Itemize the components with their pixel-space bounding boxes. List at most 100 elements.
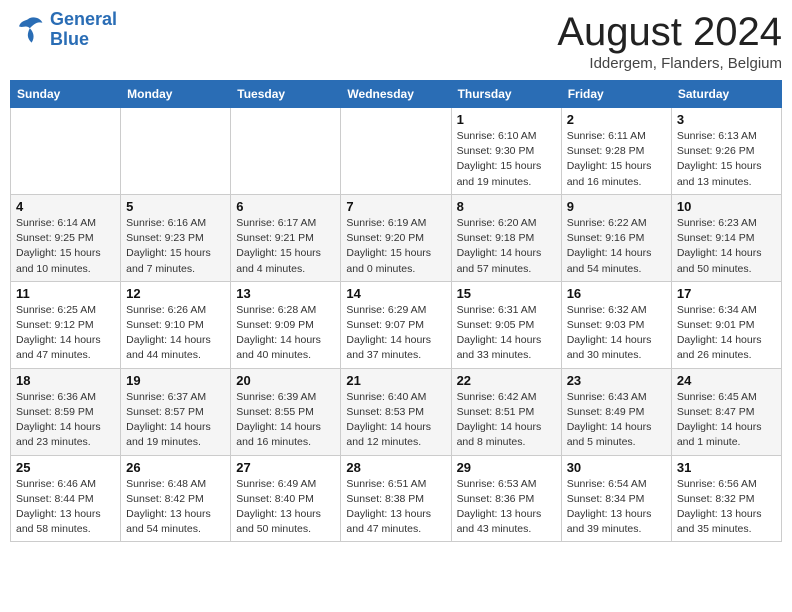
calendar-cell: 27Sunrise: 6:49 AM Sunset: 8:40 PM Dayli…	[231, 455, 341, 542]
day-info: Sunrise: 6:10 AM Sunset: 9:30 PM Dayligh…	[457, 129, 556, 190]
day-number: 8	[457, 199, 556, 214]
week-row-4: 18Sunrise: 6:36 AM Sunset: 8:59 PM Dayli…	[11, 368, 782, 455]
calendar-cell: 29 Sunrise: 6:53 AM Sunset: 8:36 PM Dayli…	[451, 455, 561, 542]
week-row-5: 25Sunrise: 6:46 AM Sunset: 8:44 PM Dayli…	[11, 455, 782, 542]
logo-text: General Blue	[50, 10, 117, 50]
day-info: Sunrise: 6:37 AM Sunset: 8:57 PM Dayligh…	[126, 390, 225, 451]
calendar-body: 1Sunrise: 6:10 AM Sunset: 9:30 PM Daylig…	[11, 108, 782, 542]
calendar-cell: 13 Sunrise: 6:28 AM Sunset: 9:09 PM Dayli…	[231, 281, 341, 368]
day-number: 25	[16, 460, 115, 475]
calendar-cell: 2 Sunrise: 6:11 AM Sunset: 9:28 PM Daylig…	[561, 108, 671, 195]
day-info: Sunrise: 6:40 AM Sunset: 8:53 PM Dayligh…	[346, 390, 445, 451]
calendar-cell: 25Sunrise: 6:46 AM Sunset: 8:44 PM Dayli…	[11, 455, 121, 542]
day-number: 2	[567, 112, 666, 127]
calendar-cell	[11, 108, 121, 195]
day-number: 28	[346, 460, 445, 475]
day-info: Sunrise: 6:54 AM Sunset: 8:34 PM Dayligh…	[567, 477, 666, 538]
day-number: 24	[677, 373, 776, 388]
calendar-cell: 14Sunrise: 6:29 AM Sunset: 9:07 PM Dayli…	[341, 281, 451, 368]
day-number: 10	[677, 199, 776, 214]
day-info: Sunrise: 6:20 AM Sunset: 9:18 PM Dayligh…	[457, 216, 556, 277]
calendar-cell: 19 Sunrise: 6:37 AM Sunset: 8:57 PM Dayli…	[121, 368, 231, 455]
day-info: Sunrise: 6:11 AM Sunset: 9:28 PM Dayligh…	[567, 129, 666, 190]
day-number: 14	[346, 286, 445, 301]
day-number: 15	[457, 286, 556, 301]
day-info: Sunrise: 6:26 AM Sunset: 9:10 PM Dayligh…	[126, 303, 225, 364]
location: Iddergem, Flanders, Belgium	[557, 55, 782, 72]
day-number: 17	[677, 286, 776, 301]
calendar-cell: 8 Sunrise: 6:20 AM Sunset: 9:18 PM Daylig…	[451, 194, 561, 281]
day-header-friday: Friday	[561, 81, 671, 108]
calendar-cell: 28 Sunrise: 6:51 AM Sunset: 8:38 PM Dayli…	[341, 455, 451, 542]
day-header-saturday: Saturday	[671, 81, 781, 108]
page-header: General Blue August 2024 Iddergem, Fland…	[10, 10, 782, 72]
calendar-cell: 9 Sunrise: 6:22 AM Sunset: 9:16 PM Daylig…	[561, 194, 671, 281]
day-number: 3	[677, 112, 776, 127]
day-header-tuesday: Tuesday	[231, 81, 341, 108]
calendar-cell: 26Sunrise: 6:48 AM Sunset: 8:42 PM Dayli…	[121, 455, 231, 542]
day-info: Sunrise: 6:43 AM Sunset: 8:49 PM Dayligh…	[567, 390, 666, 451]
calendar-cell: 20 Sunrise: 6:39 AM Sunset: 8:55 PM Dayli…	[231, 368, 341, 455]
calendar-cell	[341, 108, 451, 195]
day-number: 29	[457, 460, 556, 475]
calendar-cell: 23 Sunrise: 6:43 AM Sunset: 8:49 PM Dayli…	[561, 368, 671, 455]
day-info: Sunrise: 6:31 AM Sunset: 9:05 PM Dayligh…	[457, 303, 556, 364]
day-info: Sunrise: 6:49 AM Sunset: 8:40 PM Dayligh…	[236, 477, 335, 538]
calendar-cell: 11Sunrise: 6:25 AM Sunset: 9:12 PM Dayli…	[11, 281, 121, 368]
day-info: Sunrise: 6:28 AM Sunset: 9:09 PM Dayligh…	[236, 303, 335, 364]
day-number: 5	[126, 199, 225, 214]
calendar-cell: 10Sunrise: 6:23 AM Sunset: 9:14 PM Dayli…	[671, 194, 781, 281]
day-info: Sunrise: 6:42 AM Sunset: 8:51 PM Dayligh…	[457, 390, 556, 451]
day-header-wednesday: Wednesday	[341, 81, 451, 108]
calendar-cell: 30 Sunrise: 6:54 AM Sunset: 8:34 PM Dayli…	[561, 455, 671, 542]
day-number: 18	[16, 373, 115, 388]
day-info: Sunrise: 6:39 AM Sunset: 8:55 PM Dayligh…	[236, 390, 335, 451]
calendar-cell: 31Sunrise: 6:56 AM Sunset: 8:32 PM Dayli…	[671, 455, 781, 542]
calendar-cell: 15 Sunrise: 6:31 AM Sunset: 9:05 PM Dayli…	[451, 281, 561, 368]
day-info: Sunrise: 6:16 AM Sunset: 9:23 PM Dayligh…	[126, 216, 225, 277]
week-row-1: 1Sunrise: 6:10 AM Sunset: 9:30 PM Daylig…	[11, 108, 782, 195]
day-number: 20	[236, 373, 335, 388]
day-info: Sunrise: 6:25 AM Sunset: 9:12 PM Dayligh…	[16, 303, 115, 364]
day-info: Sunrise: 6:19 AM Sunset: 9:20 PM Dayligh…	[346, 216, 445, 277]
day-info: Sunrise: 6:13 AM Sunset: 9:26 PM Dayligh…	[677, 129, 776, 190]
day-number: 13	[236, 286, 335, 301]
day-info: Sunrise: 6:53 AM Sunset: 8:36 PM Dayligh…	[457, 477, 556, 538]
day-number: 31	[677, 460, 776, 475]
calendar-cell: 4 Sunrise: 6:14 AM Sunset: 9:25 PM Daylig…	[11, 194, 121, 281]
logo-icon	[10, 12, 46, 48]
calendar-table: SundayMondayTuesdayWednesdayThursdayFrid…	[10, 80, 782, 542]
calendar-cell	[231, 108, 341, 195]
day-number: 9	[567, 199, 666, 214]
day-number: 23	[567, 373, 666, 388]
day-info: Sunrise: 6:14 AM Sunset: 9:25 PM Dayligh…	[16, 216, 115, 277]
day-header-thursday: Thursday	[451, 81, 561, 108]
day-info: Sunrise: 6:17 AM Sunset: 9:21 PM Dayligh…	[236, 216, 335, 277]
title-block: August 2024 Iddergem, Flanders, Belgium	[557, 10, 782, 72]
day-number: 7	[346, 199, 445, 214]
day-number: 19	[126, 373, 225, 388]
day-info: Sunrise: 6:34 AM Sunset: 9:01 PM Dayligh…	[677, 303, 776, 364]
day-info: Sunrise: 6:51 AM Sunset: 8:38 PM Dayligh…	[346, 477, 445, 538]
calendar-cell: 22Sunrise: 6:42 AM Sunset: 8:51 PM Dayli…	[451, 368, 561, 455]
calendar-cell: 16 Sunrise: 6:32 AM Sunset: 9:03 PM Dayli…	[561, 281, 671, 368]
month-title: August 2024	[557, 10, 782, 55]
calendar-cell: 5 Sunrise: 6:16 AM Sunset: 9:23 PM Daylig…	[121, 194, 231, 281]
week-row-3: 11Sunrise: 6:25 AM Sunset: 9:12 PM Dayli…	[11, 281, 782, 368]
day-info: Sunrise: 6:22 AM Sunset: 9:16 PM Dayligh…	[567, 216, 666, 277]
calendar-cell: 18Sunrise: 6:36 AM Sunset: 8:59 PM Dayli…	[11, 368, 121, 455]
day-number: 6	[236, 199, 335, 214]
calendar-header: SundayMondayTuesdayWednesdayThursdayFrid…	[11, 81, 782, 108]
day-number: 12	[126, 286, 225, 301]
calendar-cell: 12 Sunrise: 6:26 AM Sunset: 9:10 PM Dayli…	[121, 281, 231, 368]
day-number: 21	[346, 373, 445, 388]
day-number: 16	[567, 286, 666, 301]
day-number: 30	[567, 460, 666, 475]
days-of-week-row: SundayMondayTuesdayWednesdayThursdayFrid…	[11, 81, 782, 108]
calendar-cell: 6 Sunrise: 6:17 AM Sunset: 9:21 PM Daylig…	[231, 194, 341, 281]
day-info: Sunrise: 6:32 AM Sunset: 9:03 PM Dayligh…	[567, 303, 666, 364]
day-info: Sunrise: 6:45 AM Sunset: 8:47 PM Dayligh…	[677, 390, 776, 451]
day-number: 4	[16, 199, 115, 214]
calendar-cell	[121, 108, 231, 195]
day-header-sunday: Sunday	[11, 81, 121, 108]
